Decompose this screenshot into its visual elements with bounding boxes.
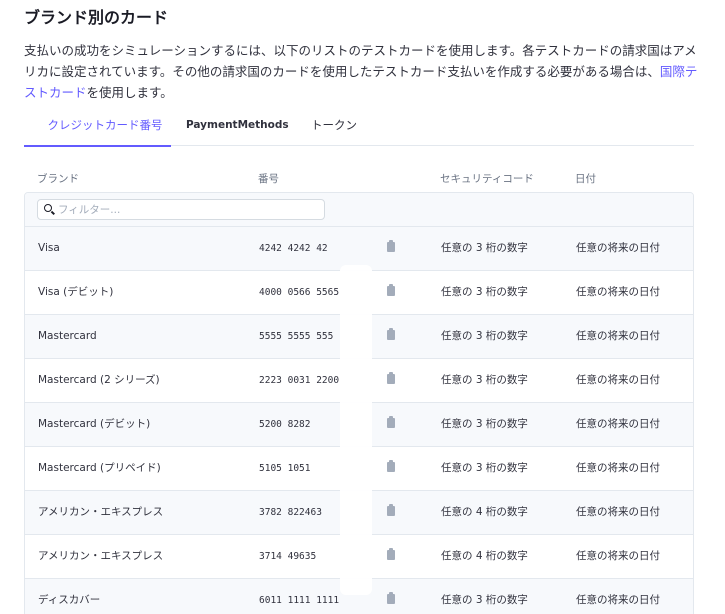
tab-credit-card-numbers[interactable]: クレジットカード番号 bbox=[24, 113, 171, 147]
cvc-cell: 任意の 4 桁の数字 bbox=[441, 550, 528, 562]
copy-icon[interactable] bbox=[387, 460, 395, 472]
copy-icon[interactable] bbox=[387, 548, 395, 560]
cvc-cell: 任意の 3 桁の数字 bbox=[441, 330, 528, 342]
column-header-date: 日付 bbox=[575, 173, 596, 185]
card-number-cell: 4000 0566 5565 bbox=[259, 287, 340, 298]
cvc-cell: 任意の 3 桁の数字 bbox=[441, 594, 528, 606]
copy-icon[interactable] bbox=[387, 592, 395, 604]
cvc-cell: 任意の 3 桁の数字 bbox=[441, 418, 528, 430]
copy-icon[interactable] bbox=[387, 416, 395, 428]
copy-icon[interactable] bbox=[387, 372, 395, 384]
date-cell: 任意の将来の日付 bbox=[576, 374, 660, 386]
brand-cell: アメリカン・エキスプレス bbox=[38, 550, 164, 562]
date-cell: 任意の将来の日付 bbox=[576, 330, 660, 342]
description-suffix: を使用します。 bbox=[86, 85, 173, 100]
brand-cell: Visa bbox=[38, 242, 60, 254]
cvc-cell: 任意の 3 桁の数字 bbox=[441, 242, 528, 254]
description-text: 支払いの成功をシミュレーションするには、以下のリストのテストカードを使用します。… bbox=[24, 43, 697, 79]
cvc-cell: 任意の 3 桁の数字 bbox=[441, 462, 528, 474]
section-description: 支払いの成功をシミュレーションするには、以下のリストのテストカードを使用します。… bbox=[24, 40, 698, 103]
tab-payment-methods[interactable]: PaymentMethods bbox=[186, 113, 289, 146]
copy-icon[interactable] bbox=[387, 328, 395, 340]
date-cell: 任意の将来の日付 bbox=[576, 418, 660, 430]
tab-tokens[interactable]: トークン bbox=[311, 113, 357, 146]
cvc-cell: 任意の 3 桁の数字 bbox=[441, 374, 528, 386]
brand-cell: Mastercard bbox=[38, 330, 97, 342]
card-tabs: クレジットカード番号 PaymentMethods トークン bbox=[24, 113, 694, 147]
copy-icon[interactable] bbox=[387, 240, 395, 252]
date-cell: 任意の将来の日付 bbox=[576, 242, 660, 254]
card-number-cell: 4242 4242 42 bbox=[259, 243, 328, 254]
filter-input[interactable] bbox=[58, 200, 318, 219]
brand-cell: ディスカバー bbox=[38, 594, 101, 606]
search-icon bbox=[44, 204, 52, 212]
brand-cell: アメリカン・エキスプレス bbox=[38, 506, 164, 518]
page-title: ブランド別のカード bbox=[24, 8, 169, 27]
card-number-cell: 5105 1051 bbox=[259, 463, 311, 474]
date-cell: 任意の将来の日付 bbox=[576, 286, 660, 298]
column-header-brand: ブランド bbox=[37, 173, 79, 185]
filter-field[interactable] bbox=[37, 199, 325, 220]
card-number-cell: 3714 49635 bbox=[259, 551, 317, 562]
column-header-cvc: セキュリティコード bbox=[440, 173, 534, 185]
date-cell: 任意の将来の日付 bbox=[576, 462, 660, 474]
card-number-cell: 5200 8282 bbox=[259, 419, 311, 430]
card-number-cell: 6011 1111 1111 bbox=[259, 595, 340, 606]
brand-cell: Mastercard (プリペイド) bbox=[38, 462, 161, 474]
date-cell: 任意の将来の日付 bbox=[576, 594, 660, 606]
brand-cell: Visa (デビット) bbox=[38, 286, 114, 298]
date-cell: 任意の将来の日付 bbox=[576, 550, 660, 562]
card-number-cell: 5555 5555 555 bbox=[259, 331, 334, 342]
brand-cell: Mastercard (2 シリーズ) bbox=[38, 374, 160, 386]
card-number-cell: 3782 822463 bbox=[259, 507, 322, 518]
tab-label: クレジットカード番号 bbox=[47, 118, 163, 132]
column-header-number: 番号 bbox=[258, 173, 279, 185]
cvc-cell: 任意の 3 桁の数字 bbox=[441, 286, 528, 298]
active-tab-indicator bbox=[24, 145, 171, 147]
cvc-cell: 任意の 4 桁の数字 bbox=[441, 506, 528, 518]
copy-icon[interactable] bbox=[387, 504, 395, 516]
card-number-cell: 2223 0031 2200 bbox=[259, 375, 340, 386]
copy-icon[interactable] bbox=[387, 284, 395, 296]
redaction-overlay bbox=[340, 265, 372, 595]
filter-row bbox=[25, 193, 693, 227]
brand-cell: Mastercard (デビット) bbox=[38, 418, 151, 430]
date-cell: 任意の将来の日付 bbox=[576, 506, 660, 518]
